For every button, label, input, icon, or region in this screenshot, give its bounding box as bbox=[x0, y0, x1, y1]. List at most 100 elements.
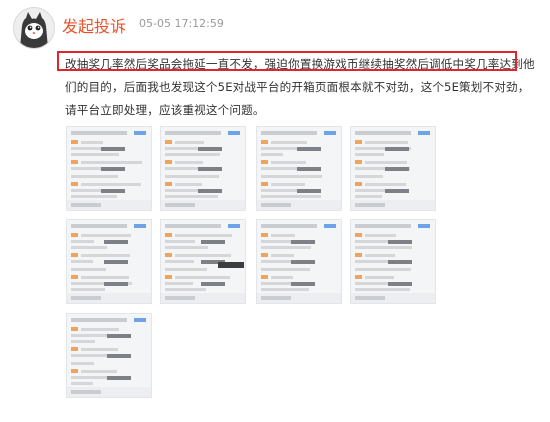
thumb-amount bbox=[291, 240, 315, 244]
thumb-text-line bbox=[165, 175, 219, 178]
thumb-tag bbox=[418, 224, 430, 228]
thumb-amount bbox=[107, 334, 131, 338]
thumb-header bbox=[261, 224, 317, 228]
attachment-thumbnail[interactable] bbox=[66, 313, 152, 398]
thumb-amount bbox=[104, 240, 128, 244]
thumb-amount bbox=[297, 147, 321, 151]
thumb-tag bbox=[228, 224, 240, 228]
thumb-text-line bbox=[71, 153, 119, 156]
thumb-tag bbox=[134, 131, 146, 135]
thumb-status-mark bbox=[165, 233, 172, 237]
thumb-amount bbox=[107, 354, 131, 358]
thumb-status-mark bbox=[71, 327, 78, 331]
thumb-text-line bbox=[271, 183, 305, 186]
thumb-status-mark bbox=[165, 253, 172, 257]
thumb-text-line bbox=[355, 153, 384, 156]
thumb-tag bbox=[134, 318, 146, 322]
thumb-amount bbox=[101, 147, 125, 151]
thumb-amount bbox=[201, 240, 225, 244]
thumb-text-line bbox=[175, 234, 232, 237]
thumb-text-line bbox=[165, 260, 194, 263]
thumb-text-line bbox=[165, 288, 206, 291]
thumb-text-line bbox=[165, 268, 207, 271]
thumb-text-line bbox=[365, 183, 406, 186]
thumb-amount bbox=[388, 240, 412, 244]
thumb-text-line bbox=[81, 254, 130, 257]
thumb-tag bbox=[324, 224, 336, 228]
thumb-text-line bbox=[81, 161, 142, 164]
thumb-text-line bbox=[165, 246, 208, 249]
thumb-amount bbox=[291, 260, 315, 264]
thumb-header bbox=[165, 131, 221, 135]
thumb-text-line bbox=[271, 276, 293, 279]
thumb-text-line bbox=[365, 276, 394, 279]
thumb-footer bbox=[351, 200, 435, 210]
thumb-tag bbox=[228, 131, 240, 135]
thumb-text-line bbox=[71, 246, 107, 249]
thumb-status-mark bbox=[261, 182, 268, 186]
thumb-status-mark bbox=[261, 275, 268, 279]
thumb-status-mark bbox=[261, 253, 268, 257]
attachment-thumbnail[interactable] bbox=[160, 126, 246, 211]
attachment-thumbnail[interactable] bbox=[66, 219, 152, 304]
thumb-text-line bbox=[71, 288, 105, 291]
thumb-footer bbox=[257, 293, 341, 303]
thumb-amount bbox=[198, 167, 222, 171]
thumb-status-mark bbox=[71, 233, 78, 237]
thumb-text-line bbox=[365, 254, 395, 257]
thumb-text-line bbox=[81, 234, 131, 237]
thumb-amount bbox=[198, 147, 222, 151]
post-body-text: 改抽奖几率然后奖品会拖延一直不发，强迫你置换游戏币继续抽奖然后调低中奖几率达到他… bbox=[65, 57, 535, 117]
thumb-text-line bbox=[175, 254, 231, 257]
thumb-amount bbox=[101, 167, 125, 171]
thumb-text-line bbox=[355, 288, 410, 291]
attachment-thumbnail[interactable] bbox=[256, 126, 342, 211]
post-timestamp: 05-05 17:12:59 bbox=[139, 17, 224, 30]
thumb-status-mark bbox=[355, 233, 362, 237]
thumb-status-mark bbox=[165, 160, 172, 164]
thumb-text-line bbox=[81, 370, 117, 373]
thumb-text-line bbox=[271, 161, 306, 164]
thumb-text-line bbox=[175, 276, 230, 279]
attachment-thumbnail[interactable] bbox=[350, 219, 436, 304]
thumb-text-line bbox=[81, 328, 119, 331]
thumb-text-line bbox=[365, 161, 407, 164]
thumb-text-line bbox=[261, 175, 322, 178]
thumb-text-line bbox=[261, 195, 321, 198]
username[interactable]: 发起投诉 bbox=[62, 13, 126, 37]
thumb-text-line bbox=[271, 141, 307, 144]
attachment-thumbnail[interactable] bbox=[66, 126, 152, 211]
thumb-header bbox=[71, 224, 127, 228]
thumb-text-line bbox=[71, 268, 106, 271]
thumb-text-line bbox=[71, 260, 93, 263]
thumb-status-mark bbox=[71, 182, 78, 186]
thumb-status-mark bbox=[355, 140, 362, 144]
attachment-thumbnail[interactable] bbox=[256, 219, 342, 304]
thumb-amount bbox=[388, 260, 412, 264]
thumb-status-mark bbox=[355, 182, 362, 186]
thumb-text-line bbox=[81, 348, 118, 351]
thumb-amount bbox=[101, 189, 125, 193]
thumb-text-line bbox=[81, 276, 129, 279]
thumb-status-mark bbox=[165, 140, 172, 144]
thumb-footer bbox=[161, 293, 245, 303]
thumb-amount bbox=[388, 282, 412, 286]
thumbnail-overlay-band bbox=[218, 262, 244, 268]
thumb-text-line bbox=[355, 246, 412, 249]
thumb-text-line bbox=[261, 153, 283, 156]
thumb-text-line bbox=[261, 268, 310, 271]
thumb-text-line bbox=[261, 288, 309, 291]
thumb-amount bbox=[297, 189, 321, 193]
thumb-header bbox=[261, 131, 317, 135]
thumb-status-mark bbox=[261, 233, 268, 237]
thumb-header bbox=[165, 224, 221, 228]
thumb-text-line bbox=[71, 240, 94, 243]
thumb-header bbox=[355, 131, 411, 135]
thumb-status-mark bbox=[355, 160, 362, 164]
avatar[interactable] bbox=[13, 7, 55, 49]
thumb-status-mark bbox=[355, 253, 362, 257]
thumb-amount bbox=[104, 282, 128, 286]
thumb-status-mark bbox=[71, 347, 78, 351]
attachment-thumbnail[interactable] bbox=[350, 126, 436, 211]
thumb-text-line bbox=[71, 189, 104, 192]
